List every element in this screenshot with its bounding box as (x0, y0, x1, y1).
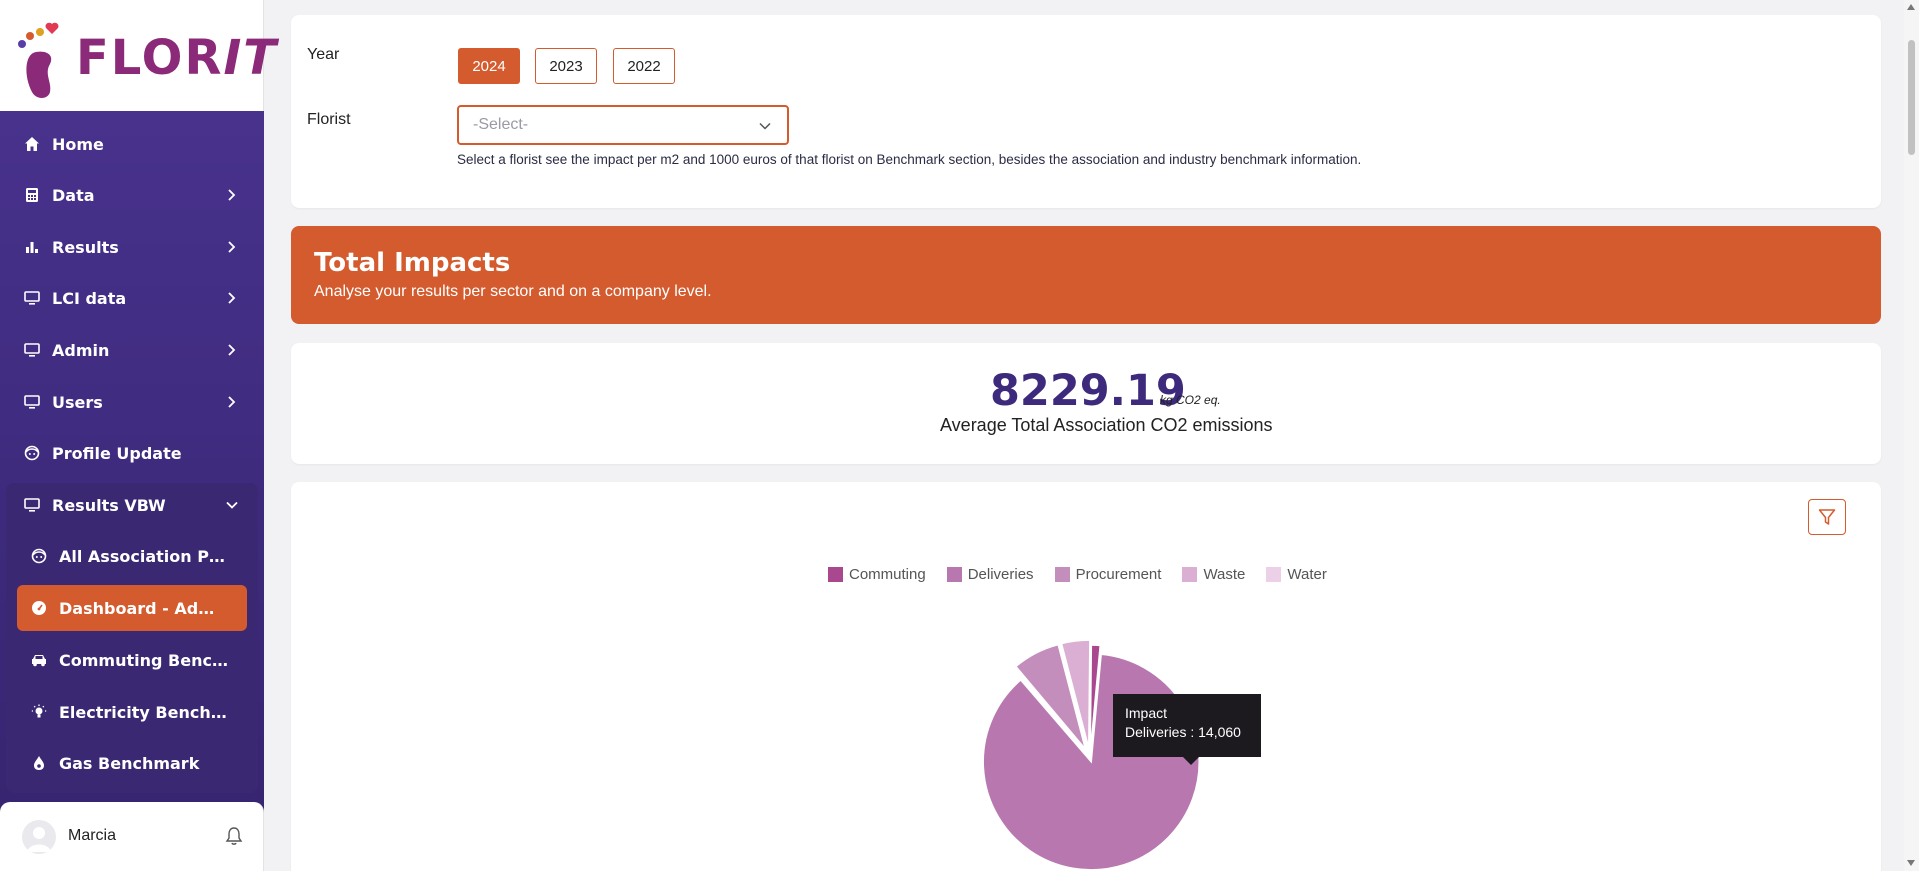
banner-subtitle: Analyse your results per sector and on a… (314, 283, 712, 300)
legend-label: Procurement (1075, 566, 1162, 583)
legend-item-water[interactable]: Water (1266, 566, 1327, 583)
foot-logo-icon (18, 22, 66, 98)
sidebar-item-label: Results VBW (52, 495, 166, 515)
legend-item-waste[interactable]: Waste (1182, 566, 1245, 583)
scrollbar-thumb[interactable] (1908, 40, 1915, 155)
chevron-right-icon (228, 292, 236, 304)
legend-swatch (828, 567, 843, 582)
monitor-icon (22, 288, 42, 308)
bulb-icon (29, 702, 49, 722)
scroll-down-arrow-icon[interactable] (1907, 860, 1915, 866)
user-bar: Marcia (0, 802, 264, 871)
chevron-right-icon (228, 241, 236, 253)
legend-label: Water (1287, 566, 1327, 583)
sidebar-item-label: Profile Update (52, 443, 182, 463)
face-icon (22, 443, 42, 463)
page-scrollbar[interactable] (1904, 0, 1919, 871)
total-impacts-banner: Total Impacts Analyse your results per s… (291, 226, 1881, 324)
filter-button[interactable] (1808, 499, 1846, 535)
monitor-icon (22, 340, 42, 360)
legend-item-commuting[interactable]: Commuting (828, 566, 926, 583)
legend-swatch (1266, 567, 1282, 582)
sidebar-item-profile-update[interactable]: Profile Update (8, 430, 258, 476)
face-icon (29, 546, 49, 566)
sidebar-subitem-label: Gas Benchmark (59, 753, 200, 773)
banner-title: Total Impacts (314, 248, 511, 278)
logo[interactable]: FLORIT (0, 0, 276, 111)
year-label: Year (307, 46, 340, 63)
legend-item-deliveries[interactable]: Deliveries (946, 566, 1034, 583)
monitor-icon (22, 495, 42, 515)
florist-select-placeholder: -Select- (473, 116, 529, 133)
user-name: Marcia (68, 827, 117, 844)
chevron-right-icon (228, 189, 236, 201)
sidebar-item-label: Home (52, 134, 104, 154)
logo-text: FLORIT (76, 30, 279, 86)
total-emissions-caption: Average Total Association CO2 emissions (940, 415, 1273, 435)
year-button-2023[interactable]: 2023 (535, 48, 597, 84)
sidebar-item-label: LCI data (52, 288, 127, 308)
legend-label: Deliveries (967, 566, 1034, 583)
sidebar-subitem-label: All Association Profiles (59, 546, 229, 566)
florist-select[interactable]: -Select- (457, 105, 789, 145)
sidebar-subitem-label: Commuting Benchmark (59, 650, 229, 670)
sidebar-item-data[interactable]: Data (8, 172, 258, 218)
monitor-icon (22, 392, 42, 412)
chevron-right-icon (228, 344, 236, 356)
filter-icon (1818, 509, 1836, 525)
tooltip-value: 14,060 (1198, 724, 1241, 740)
scroll-up-arrow-icon[interactable] (1907, 4, 1915, 10)
flame-icon (29, 753, 49, 773)
avatar[interactable] (22, 820, 56, 854)
sidebar-subitem-commuting-benchmark[interactable]: Commuting Benchmark (17, 637, 247, 683)
chart-tooltip: Impact Deliveries : 14,060 (1113, 694, 1261, 765)
year-button-2024[interactable]: 2024 (458, 48, 520, 84)
sidebar: FLORIT Home Data Results LCI data Admin … (0, 0, 276, 871)
sidebar-subitem-all-association-profiles[interactable]: All Association Profiles (17, 533, 247, 579)
sidebar-subitem-dashboard-admin[interactable]: Dashboard - Admin (17, 585, 247, 631)
sidebar-item-label: Data (52, 185, 95, 205)
gauge-icon (29, 598, 49, 618)
sidebar-item-label: Results (52, 237, 119, 257)
sidebar-item-users[interactable]: Users (8, 379, 258, 425)
total-emissions-unit: kg CO2 eq. (1160, 393, 1221, 407)
tooltip-title: Impact (1125, 705, 1168, 721)
chevron-right-icon (228, 396, 236, 408)
legend-label: Waste (1203, 566, 1246, 583)
legend-item-procurement[interactable]: Procurement (1054, 566, 1162, 583)
bell-icon[interactable] (224, 826, 244, 846)
sidebar-item-label: Users (52, 392, 103, 412)
sidebar-item-results[interactable]: Results (8, 224, 258, 270)
sidebar-item-admin[interactable]: Admin (8, 327, 258, 373)
chart-legend: Commuting Deliveries Procurement Waste Water (828, 566, 1348, 583)
sidebar-item-results-vbw[interactable]: Results VBW (8, 482, 258, 528)
sidebar-subitem-label: Electricity Benchmark (59, 702, 229, 722)
legend-label: Commuting (849, 566, 926, 583)
sidebar-item-lci-data[interactable]: LCI data (8, 275, 258, 321)
home-icon (22, 134, 42, 154)
calculator-icon (22, 185, 42, 205)
bar-chart-icon (22, 237, 42, 257)
legend-swatch (1182, 567, 1198, 582)
chevron-down-icon (759, 122, 771, 130)
sidebar-subitem-electricity-benchmark[interactable]: Electricity Benchmark (17, 689, 247, 735)
legend-swatch (1054, 567, 1070, 582)
florist-help-text: Select a florist see the impact per m2 a… (457, 152, 1362, 167)
year-button-2022[interactable]: 2022 (613, 48, 675, 84)
total-emissions-value: 8229.19 (990, 366, 1186, 416)
legend-swatch (946, 567, 962, 582)
sidebar-subitem-gas-benchmark[interactable]: Gas Benchmark (17, 740, 247, 786)
tooltip-label: Deliveries (1125, 724, 1187, 740)
florist-label: Florist (307, 111, 351, 128)
sidebar-item-label: Admin (52, 340, 110, 360)
sidebar-subitem-label: Dashboard - Admin (59, 598, 229, 618)
car-icon (29, 650, 49, 670)
chevron-down-icon (226, 501, 238, 509)
sidebar-item-home[interactable]: Home (8, 121, 258, 167)
